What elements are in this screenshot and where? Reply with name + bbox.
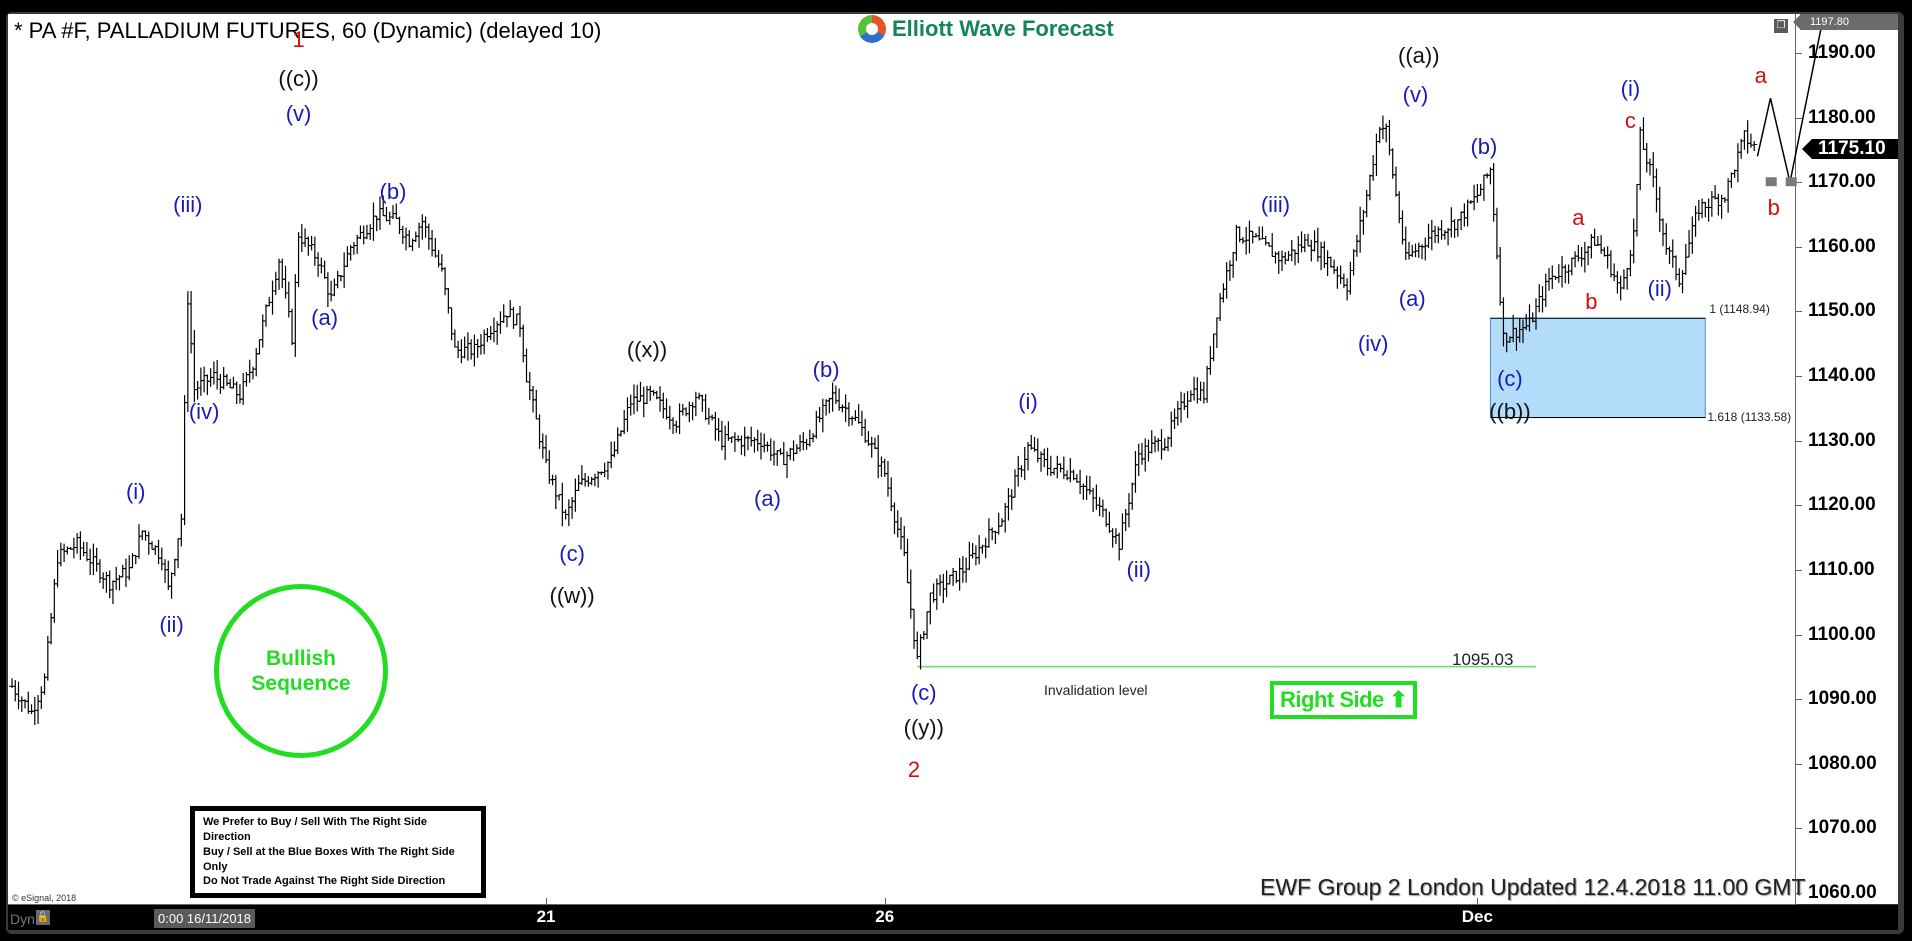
y-tick-label: 1100.00 <box>1808 623 1876 645</box>
invalidation-label: Invalidation level <box>1044 682 1148 698</box>
y-tick-mark <box>1796 311 1802 313</box>
forecast-zone-marker <box>1765 177 1777 187</box>
dyn-label[interactable]: Dyn <box>10 911 35 927</box>
bullish-line-1: Bullish <box>265 646 336 670</box>
notice-line: Do Not Trade Against The Right Side Dire… <box>203 875 446 888</box>
y-tick-mark <box>1796 53 1802 54</box>
brand-name: Elliott Wave Forecast <box>892 16 1114 41</box>
fib-level-bottom: 1.618 (1133.58) <box>1707 409 1792 424</box>
y-tick-mark <box>1796 569 1802 571</box>
wave-label: ((c)) <box>278 65 319 91</box>
chart-title: * PA #F, PALLADIUM FUTURES, 60 (Dynamic)… <box>14 18 602 43</box>
wave-label: (b) <box>379 178 407 204</box>
chart-canvas <box>9 20 1824 726</box>
wave-label: (a) <box>1398 285 1426 311</box>
y-tick-mark <box>1796 117 1802 119</box>
wave-label: (ii) <box>1126 556 1151 582</box>
wave-label: (iv) <box>188 398 220 424</box>
y-tick-label: 1170.00 <box>1808 171 1876 193</box>
bullish-sequence-badge: Bullish Sequence <box>214 584 388 758</box>
y-tick-label: 1110.00 <box>1808 558 1875 580</box>
wave-label: (ii) <box>1647 275 1672 301</box>
wave-label: (a) <box>754 485 781 511</box>
y-tick-mark <box>1796 182 1802 184</box>
right-side-label: Right Side <box>1280 687 1384 712</box>
y-tick-label: 1080.00 <box>1808 752 1877 774</box>
wave-label: ((a)) <box>1397 43 1440 69</box>
brand-logo: Elliott Wave Forecast <box>858 15 1114 43</box>
y-tick-label: 1160.00 <box>1808 235 1876 257</box>
wave-label: ((y)) <box>903 715 944 741</box>
y-tick-label: 1060.00 <box>1808 882 1877 903</box>
notice-line: Buy / Sell at the Blue Boxes With The Ri… <box>203 845 455 873</box>
wave-label: (i) <box>125 479 146 505</box>
y-tick-label: 1190.00 <box>1808 42 1876 63</box>
x-tick-mark <box>546 898 548 904</box>
y-tick-label: 1090.00 <box>1808 688 1877 710</box>
y-tick-label: 1130.00 <box>1808 429 1876 451</box>
y-tick-mark <box>1796 763 1802 765</box>
wave-label: ((b)) <box>1489 398 1531 424</box>
trading-notice-box: We Prefer to Buy / Sell With The Right S… <box>190 806 486 899</box>
wave-label: (c) <box>1497 366 1523 392</box>
wave-label: (b) <box>812 356 840 382</box>
wave-label: (b) <box>1470 133 1498 159</box>
wave-label: 2 <box>907 757 921 783</box>
wave-label: (v) <box>285 101 312 127</box>
right-side-badge: Right Side ⬆ <box>1270 681 1418 719</box>
brand-icon <box>858 15 886 43</box>
x-tick-label: 21 <box>536 907 556 926</box>
x-tick-label: 26 <box>875 907 895 926</box>
y-tick-mark <box>1796 699 1802 701</box>
y-tick-label: 1180.00 <box>1808 106 1876 128</box>
high-price-tag: 1197.80 <box>1793 14 1898 30</box>
restore-window-icon[interactable]: ❐ <box>1774 19 1788 33</box>
wave-label: (i) <box>1620 75 1641 101</box>
wave-label: (ii) <box>159 611 184 637</box>
x-tick-label: Dec <box>1461 907 1493 926</box>
cursor-datetime: 0:00 16/11/2018 <box>154 909 256 928</box>
fib-level-top: 1 (1148.94) <box>1709 302 1770 317</box>
wave-label: a <box>1572 204 1585 230</box>
y-tick-label: 1150.00 <box>1808 300 1876 322</box>
wave-label: (i) <box>1018 388 1038 414</box>
wave-label: (a) <box>311 304 339 330</box>
wave-label: b <box>1585 288 1598 314</box>
y-tick-label: 1120.00 <box>1808 494 1876 516</box>
wave-label: (c) <box>559 540 585 566</box>
wave-label: (iii) <box>1260 191 1291 217</box>
updated-timestamp: EWF Group 2 London Updated 12.4.2018 11.… <box>1260 874 1806 900</box>
y-tick-mark <box>1796 440 1802 442</box>
last-price-tag: 1175.10 <box>1802 139 1898 160</box>
y-tick-mark <box>1796 376 1802 378</box>
y-tick-mark <box>1796 828 1802 830</box>
y-tick-mark <box>1796 246 1802 248</box>
wave-label: ((w)) <box>549 582 595 608</box>
y-tick-label: 1140.00 <box>1808 365 1876 387</box>
y-tick-label: 1070.00 <box>1808 817 1877 839</box>
wave-label: a <box>1754 62 1767 88</box>
copyright: © eSignal, 2018 <box>12 893 77 903</box>
wave-label: ((x)) <box>626 337 668 363</box>
wave-label: (c) <box>910 679 937 705</box>
y-tick-mark <box>1796 634 1802 636</box>
notice-line: We Prefer to Buy / Sell With The Right S… <box>203 816 428 843</box>
wave-label: (iii) <box>173 191 203 217</box>
wave-label: (v) <box>1402 82 1429 107</box>
invalidation-value: 1095.03 <box>1452 650 1514 669</box>
wave-label: (iv) <box>1357 330 1389 356</box>
wave-label: c <box>1624 107 1636 133</box>
bullish-line-2: Sequence <box>251 672 351 695</box>
x-tick-mark <box>884 898 886 904</box>
wave-label: 1 <box>292 27 305 53</box>
wave-label: b <box>1767 195 1780 221</box>
y-tick-mark <box>1796 505 1802 507</box>
arrow-up-icon: ⬆ <box>1389 687 1408 712</box>
lock-icon[interactable]: 🔓 <box>36 910 50 925</box>
